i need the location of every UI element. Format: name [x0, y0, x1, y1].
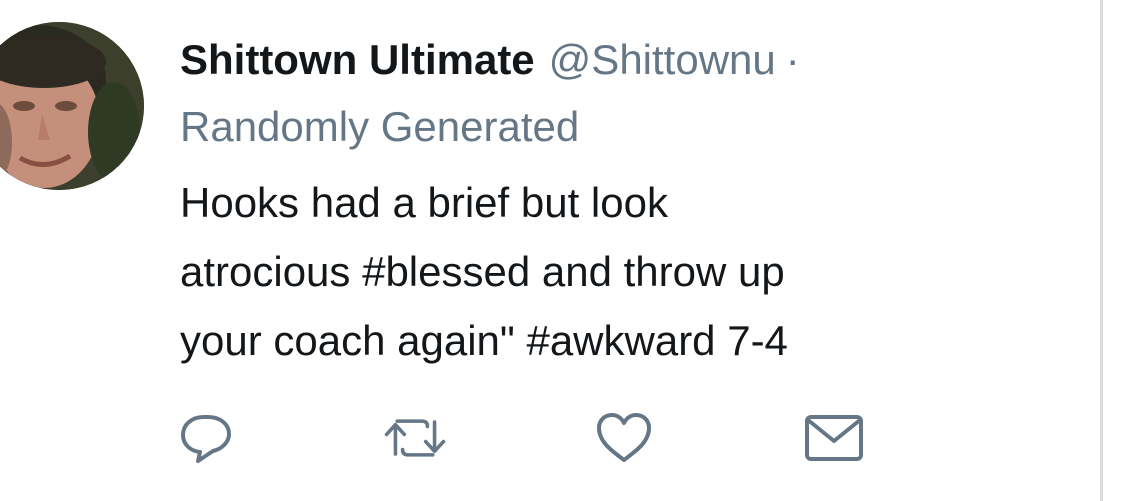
heart-icon	[597, 413, 651, 462]
tweet-body-line: Hooks had a brief but look	[180, 179, 668, 226]
like-button[interactable]	[592, 408, 656, 468]
separator-dot: ·	[785, 36, 800, 83]
timeline-divider	[1100, 0, 1103, 501]
tweet-body-line: atrocious #blessed and throw up	[180, 248, 785, 295]
avatar-photo	[0, 22, 144, 190]
user-handle[interactable]: @Shittownu	[549, 36, 776, 83]
tweet-body: Hooks had a brief but look atrocious #bl…	[180, 168, 1000, 375]
envelope-icon	[805, 415, 863, 461]
reply-icon	[181, 415, 231, 463]
display-name[interactable]: Shittown Ultimate	[180, 36, 535, 83]
reply-button[interactable]	[174, 408, 238, 468]
avatar[interactable]	[0, 22, 144, 190]
tweet[interactable]: Shittown Ultimate @Shittownu · Randomly Ge…	[0, 0, 1100, 501]
tweet-body-line: your coach again" #awkward 7-4	[180, 317, 788, 364]
tweet-header: Shittown Ultimate @Shittownu ·	[180, 36, 800, 84]
retweet-icon	[384, 419, 446, 457]
direct-message-button[interactable]	[802, 408, 866, 468]
tweet-subtitle: Randomly Generated	[180, 103, 580, 150]
retweet-button[interactable]	[383, 408, 447, 468]
